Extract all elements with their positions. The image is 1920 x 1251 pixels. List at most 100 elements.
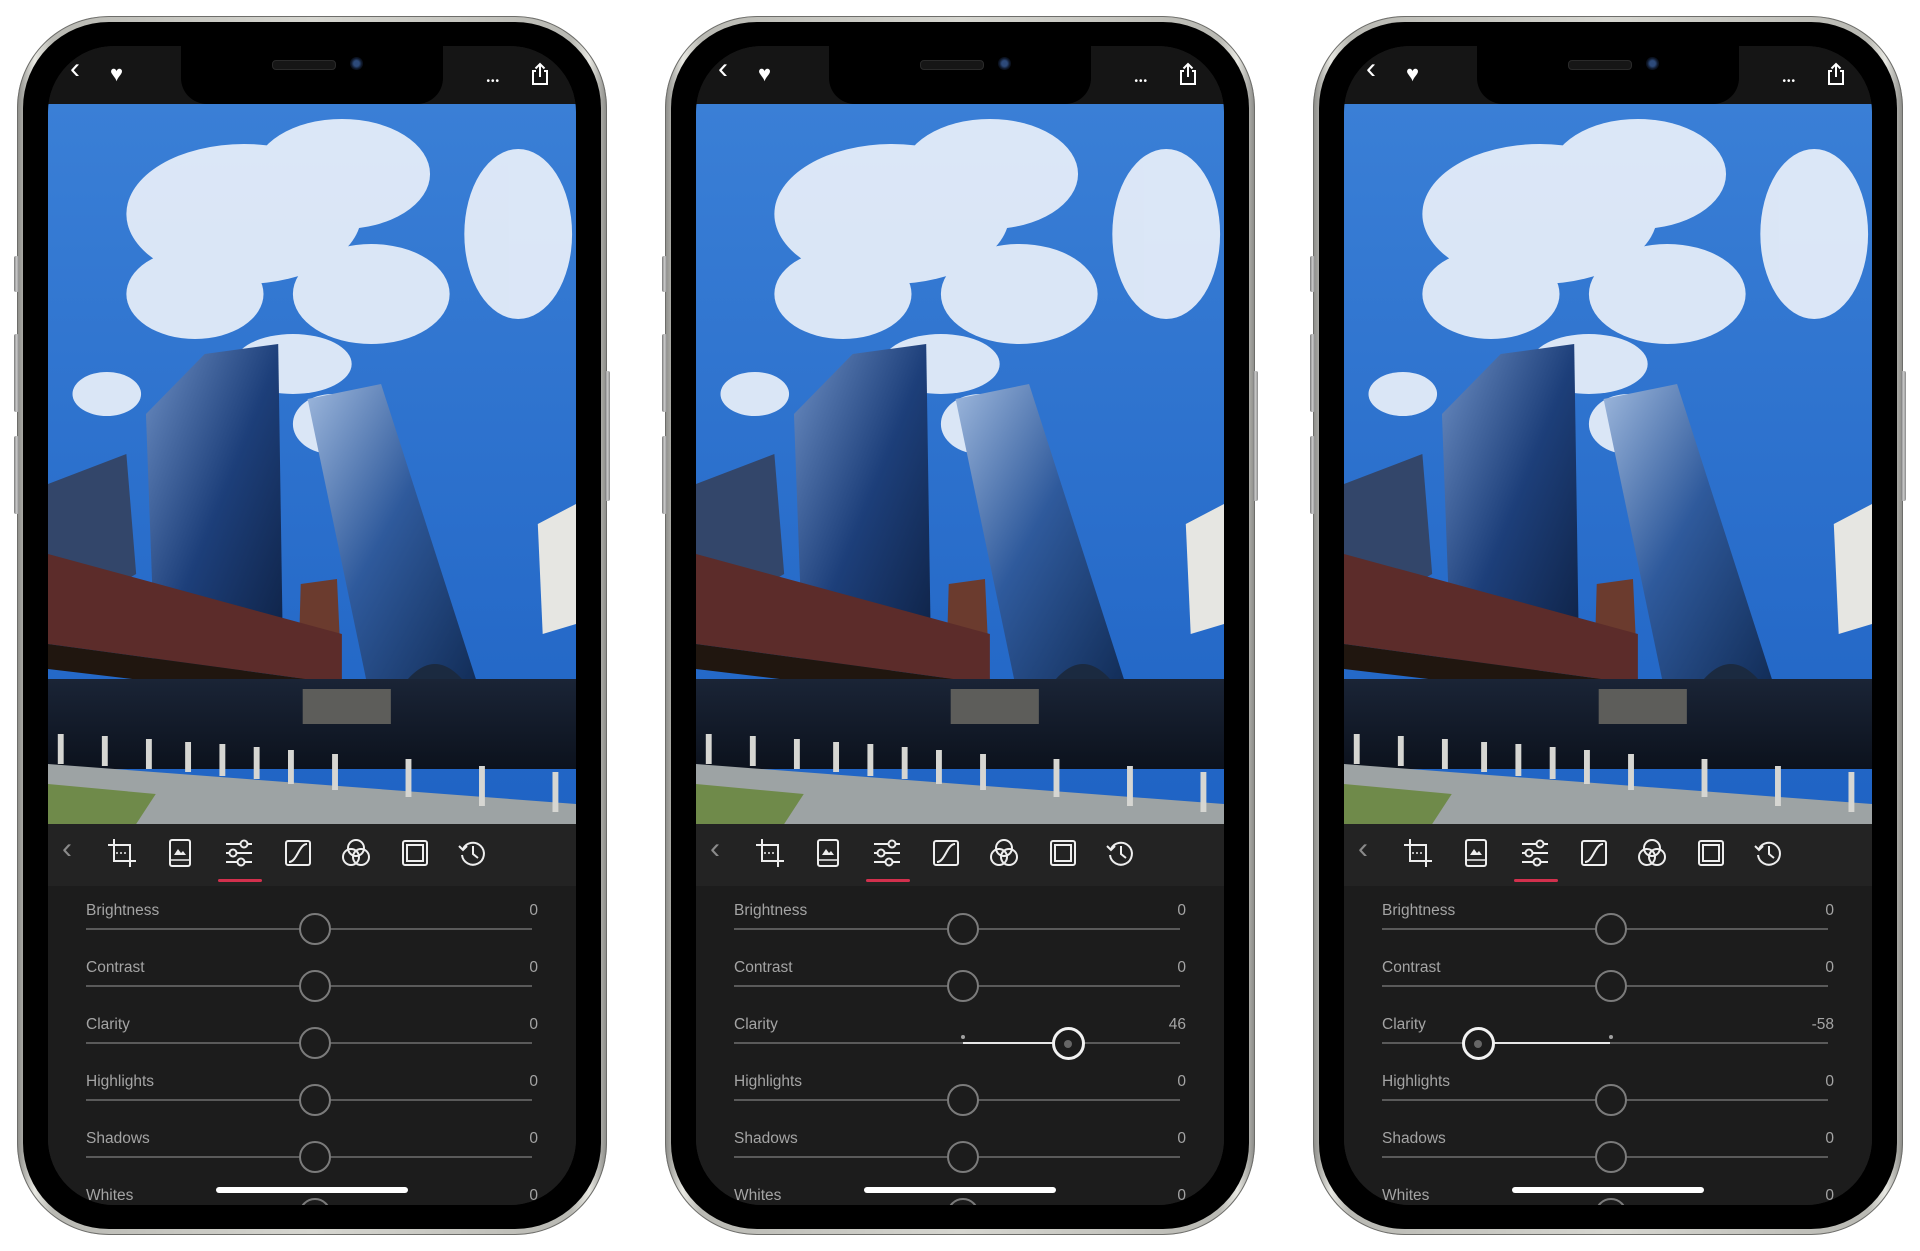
curve-icon[interactable]: [929, 836, 963, 870]
adjustment-label: Highlights: [734, 1073, 803, 1090]
adjustment-label: Contrast: [734, 959, 793, 976]
adjustment-row-highlights: Highlights 0: [1382, 1066, 1834, 1123]
slider-thumb[interactable]: [946, 1084, 979, 1116]
slider-origin-dot: [960, 1035, 965, 1039]
slider-thumb[interactable]: [1051, 1027, 1085, 1060]
adjustment-value: 0: [529, 959, 538, 976]
slider-thumb[interactable]: [1594, 1141, 1627, 1173]
front-camera: [1646, 57, 1659, 70]
color-circles-icon[interactable]: [1635, 836, 1669, 870]
phone-bezel: ‹ ♥ ••• ‹ Brightness 0 Contrast 0 Clarit…: [23, 22, 601, 1229]
photo-preview[interactable]: [1344, 104, 1872, 824]
white-building: [1833, 504, 1872, 634]
speaker-grille: [920, 60, 984, 70]
white-building: [1185, 504, 1224, 634]
slider-thumb[interactable]: [1461, 1027, 1495, 1060]
more-ellipsis-icon[interactable]: •••: [1782, 72, 1796, 92]
slider-thumb[interactable]: [298, 1198, 331, 1205]
front-camera: [998, 57, 1011, 70]
slider-thumb[interactable]: [946, 970, 979, 1002]
more-ellipsis-icon[interactable]: •••: [486, 72, 500, 92]
sliders-icon[interactable]: [870, 836, 904, 870]
notch: [1477, 46, 1739, 104]
collapse-chevron-icon[interactable]: ‹: [1358, 834, 1368, 864]
color-circles-icon[interactable]: [339, 836, 373, 870]
vignette-frame-icon[interactable]: [398, 836, 432, 870]
history-icon[interactable]: [456, 836, 490, 870]
sliders-icon[interactable]: [1518, 836, 1552, 870]
volume-down-button: [662, 436, 667, 514]
adjustment-value: 0: [1177, 1187, 1186, 1204]
curve-icon[interactable]: [281, 836, 315, 870]
adjustment-row-brightness: Brightness 0: [1382, 895, 1834, 952]
home-indicator[interactable]: [216, 1187, 408, 1193]
slider-thumb[interactable]: [946, 913, 979, 945]
history-icon[interactable]: [1752, 836, 1786, 870]
collapse-chevron-icon[interactable]: ‹: [62, 834, 72, 864]
share-icon[interactable]: [530, 62, 550, 90]
curve-icon[interactable]: [1577, 836, 1611, 870]
slider-thumb[interactable]: [298, 913, 331, 945]
slider-thumb[interactable]: [298, 1084, 331, 1116]
crop-icon[interactable]: [1401, 836, 1435, 870]
bridge-pier: [1598, 689, 1687, 724]
history-icon[interactable]: [1104, 836, 1138, 870]
crop-icon[interactable]: [753, 836, 787, 870]
adjustment-row-shadows: Shadows 0: [734, 1123, 1186, 1180]
home-indicator[interactable]: [864, 1187, 1056, 1193]
front-camera: [350, 57, 363, 70]
more-ellipsis-icon[interactable]: •••: [1134, 72, 1148, 92]
adjustment-row-clarity: Clarity -58: [1382, 1009, 1834, 1066]
app-screen: ‹ ♥ ••• ‹ Brightness 0 Contrast 0 Clarit…: [48, 46, 576, 1205]
adjustment-row-contrast: Contrast 0: [1382, 952, 1834, 1009]
adjustment-label: Highlights: [1382, 1073, 1451, 1090]
adjustment-row-clarity: Clarity 0: [86, 1009, 538, 1066]
slider-track[interactable]: [734, 1042, 1180, 1044]
power-button: [1253, 371, 1258, 501]
adjustment-value: 0: [529, 1016, 538, 1033]
home-indicator[interactable]: [1512, 1187, 1704, 1193]
heart-icon[interactable]: ♥: [110, 63, 123, 85]
image-frame-icon[interactable]: [163, 836, 197, 870]
volume-up-button: [14, 334, 19, 412]
edit-toolbar: ‹: [1344, 824, 1872, 886]
share-icon[interactable]: [1178, 62, 1198, 90]
active-tool-underline: [866, 879, 910, 882]
slider-thumb[interactable]: [1594, 1084, 1627, 1116]
adjustment-panel: Brightness 0 Contrast 0 Clarity 46 Highl…: [696, 886, 1224, 1205]
collapse-chevron-icon[interactable]: ‹: [710, 834, 720, 864]
back-chevron-icon[interactable]: ‹: [718, 54, 728, 84]
slider-thumb[interactable]: [298, 1027, 331, 1059]
slider-thumb[interactable]: [946, 1141, 979, 1173]
sliders-icon[interactable]: [222, 836, 256, 870]
back-chevron-icon[interactable]: ‹: [70, 54, 80, 84]
adjustment-label: Contrast: [1382, 959, 1441, 976]
bridge-pier: [302, 689, 391, 724]
slider-thumb[interactable]: [298, 970, 331, 1002]
adjustment-label: Contrast: [86, 959, 145, 976]
photo-preview[interactable]: [696, 104, 1224, 824]
slider-thumb[interactable]: [1594, 913, 1627, 945]
adjustment-value: 0: [529, 1073, 538, 1090]
image-frame-icon[interactable]: [1459, 836, 1493, 870]
photo-preview[interactable]: [48, 104, 576, 824]
edit-toolbar: ‹: [696, 824, 1224, 886]
slider-thumb[interactable]: [298, 1141, 331, 1173]
back-chevron-icon[interactable]: ‹: [1366, 54, 1376, 84]
adjustment-row-highlights: Highlights 0: [86, 1066, 538, 1123]
color-circles-icon[interactable]: [987, 836, 1021, 870]
slider-thumb[interactable]: [1594, 970, 1627, 1002]
adjustment-row-highlights: Highlights 0: [734, 1066, 1186, 1123]
slider-thumb[interactable]: [1594, 1198, 1627, 1205]
heart-icon[interactable]: ♥: [758, 63, 771, 85]
image-frame-icon[interactable]: [811, 836, 845, 870]
vignette-frame-icon[interactable]: [1694, 836, 1728, 870]
power-button: [1901, 371, 1906, 501]
vignette-frame-icon[interactable]: [1046, 836, 1080, 870]
adjustment-label: Brightness: [1382, 902, 1456, 919]
share-icon[interactable]: [1826, 62, 1846, 90]
crop-icon[interactable]: [105, 836, 139, 870]
slider-thumb[interactable]: [946, 1198, 979, 1205]
heart-icon[interactable]: ♥: [1406, 63, 1419, 85]
edit-toolbar: ‹: [48, 824, 576, 886]
